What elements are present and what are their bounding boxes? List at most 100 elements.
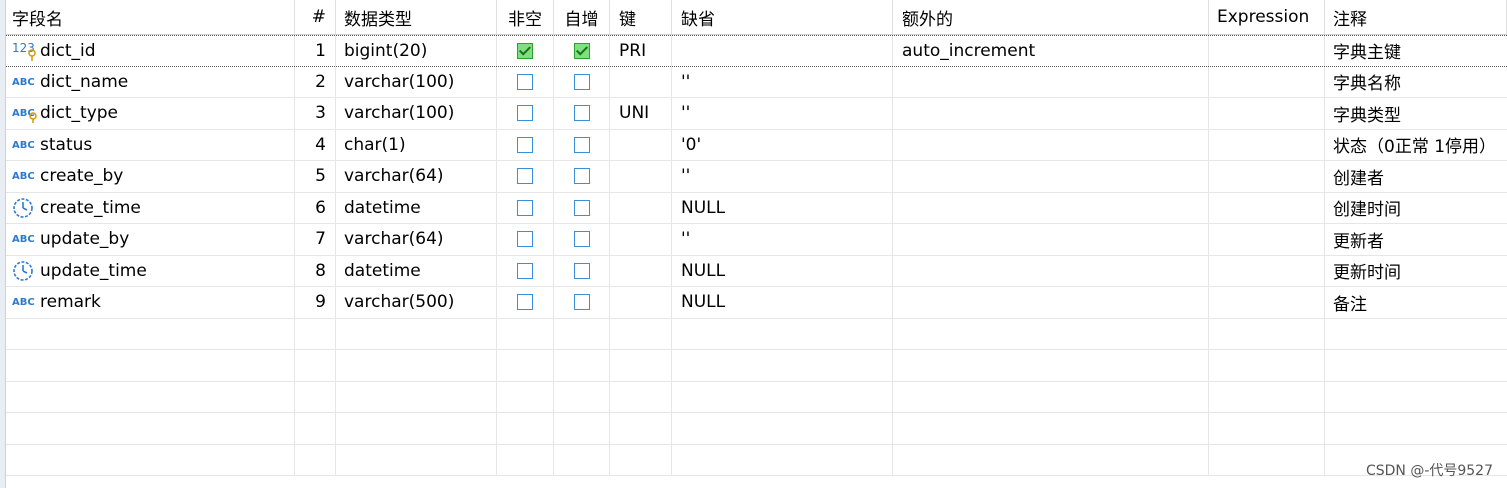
field-name-cell[interactable]: ABC create_by	[6, 161, 295, 192]
field-name-cell[interactable]: ABC dict_type	[6, 98, 295, 129]
notnull-checkbox[interactable]	[517, 136, 533, 153]
header-autoinc[interactable]: 自增	[554, 0, 610, 34]
header-default[interactable]: 缺省	[672, 0, 893, 34]
extra-cell[interactable]	[893, 255, 1209, 286]
field-type-cell[interactable]: bigint(20)	[336, 36, 497, 66]
field-name-cell[interactable]: ABC remark	[6, 287, 295, 318]
header-expression[interactable]: Expression	[1209, 0, 1325, 34]
autoinc-checkbox[interactable]	[573, 136, 590, 153]
comment-cell[interactable]: 字典类型	[1325, 98, 1507, 129]
notnull-checkbox[interactable]	[517, 168, 533, 185]
table-row[interactable]: 123 dict_id 1 bigint(20) PRI auto_increment 字典…	[6, 35, 1507, 67]
field-type-cell[interactable]: varchar(100)	[336, 66, 497, 97]
comment-cell[interactable]: 状态（0正常 1停用）	[1325, 130, 1507, 161]
extra-cell[interactable]	[893, 66, 1209, 97]
header-name[interactable]: 字段名	[6, 0, 295, 34]
notnull-checkbox[interactable]	[517, 231, 533, 248]
key-cell[interactable]: PRI	[610, 36, 672, 66]
autoinc-checkbox[interactable]	[573, 73, 590, 90]
default-cell[interactable]: ''	[672, 224, 893, 255]
field-type-cell[interactable]: varchar(500)	[336, 287, 497, 318]
field-name-cell[interactable]: create_time	[6, 192, 295, 223]
field-type-cell[interactable]: varchar(64)	[336, 224, 497, 255]
field-type-cell[interactable]: varchar(64)	[336, 161, 497, 192]
autoinc-checkbox[interactable]	[573, 199, 590, 216]
field-type-cell[interactable]: char(1)	[336, 129, 497, 160]
header-num[interactable]: #	[295, 0, 336, 34]
default-cell[interactable]: '0'	[672, 129, 893, 160]
extra-cell[interactable]	[893, 98, 1209, 129]
table-row[interactable]: create_time 6 datetime NULL 创建时间	[6, 192, 1507, 224]
header-type[interactable]: 数据类型	[336, 0, 497, 34]
key-cell[interactable]	[610, 66, 672, 97]
table-row[interactable]: ABC update_by 7 varchar(64) '' 更新者	[6, 224, 1507, 256]
extra-cell[interactable]	[893, 192, 1209, 223]
table-row[interactable]: ABC status 4 char(1) '0' 状态（0正常 1停用）	[6, 129, 1507, 161]
field-type-cell[interactable]: datetime	[336, 192, 497, 223]
expression-cell[interactable]	[1209, 287, 1325, 318]
default-cell[interactable]: ''	[672, 98, 893, 129]
key-cell[interactable]	[610, 161, 672, 192]
autoinc-checkbox[interactable]	[573, 42, 590, 59]
notnull-checkbox[interactable]	[517, 262, 533, 279]
header-extra[interactable]: 额外的	[893, 0, 1209, 34]
header-notnull[interactable]: 非空	[497, 0, 554, 34]
expression-cell[interactable]	[1209, 161, 1325, 192]
default-cell[interactable]: NULL	[672, 255, 893, 286]
expression-cell[interactable]	[1209, 255, 1325, 286]
autoinc-checkbox[interactable]	[573, 105, 590, 122]
autoinc-checkbox[interactable]	[573, 262, 590, 279]
table-row[interactable]: ABC dict_name 2 varchar(100) '' 字典名称	[6, 66, 1507, 98]
autoinc-checkbox[interactable]	[573, 294, 590, 311]
comment-cell[interactable]: 创建者	[1325, 161, 1507, 192]
field-name-cell[interactable]: ABC update_by	[6, 224, 295, 255]
field-name-cell[interactable]: update_time	[6, 255, 295, 286]
extra-cell[interactable]	[893, 161, 1209, 192]
autoinc-checkbox[interactable]	[573, 168, 590, 185]
expression-cell[interactable]	[1209, 36, 1325, 66]
comment-cell[interactable]: 备注	[1325, 287, 1507, 318]
field-type-cell[interactable]: datetime	[336, 255, 497, 286]
key-cell[interactable]	[610, 255, 672, 286]
key-cell[interactable]	[610, 192, 672, 223]
key-cell[interactable]: UNI	[610, 98, 672, 129]
key-cell[interactable]	[610, 287, 672, 318]
field-name-cell[interactable]: ABC status	[6, 129, 295, 160]
comment-cell[interactable]: 创建时间	[1325, 193, 1507, 224]
field-name-cell[interactable]: 123 dict_id	[6, 36, 295, 66]
table-row[interactable]: ABC create_by 5 varchar(64) '' 创建者	[6, 161, 1507, 193]
expression-cell[interactable]	[1209, 98, 1325, 129]
notnull-checkbox[interactable]	[517, 294, 533, 311]
field-type-cell[interactable]: varchar(100)	[336, 98, 497, 129]
notnull-checkbox[interactable]	[517, 73, 533, 90]
expression-cell[interactable]	[1209, 66, 1325, 97]
extra-cell[interactable]	[893, 224, 1209, 255]
notnull-checkbox[interactable]	[517, 105, 533, 122]
header-comment[interactable]: 注释	[1325, 0, 1507, 34]
notnull-checkbox[interactable]	[517, 42, 533, 59]
header-key[interactable]: 键	[610, 0, 672, 34]
table-row[interactable]: ABC remark 9 varchar(500) NULL 备注	[6, 287, 1507, 319]
expression-cell[interactable]	[1209, 129, 1325, 160]
comment-cell[interactable]: 字典主键	[1325, 36, 1507, 66]
comment-cell[interactable]: 更新者	[1325, 224, 1507, 255]
extra-cell[interactable]	[893, 287, 1209, 318]
default-cell[interactable]: NULL	[672, 192, 893, 223]
expression-cell[interactable]	[1209, 224, 1325, 255]
field-name-cell[interactable]: ABC dict_name	[6, 66, 295, 97]
comment-cell[interactable]: 更新时间	[1325, 256, 1507, 287]
autoinc-checkbox[interactable]	[573, 231, 590, 248]
table-row[interactable]: update_time 8 datetime NULL 更新时间	[6, 255, 1507, 287]
notnull-checkbox[interactable]	[517, 199, 533, 216]
comment-cell[interactable]: 字典名称	[1325, 67, 1507, 98]
default-cell[interactable]: NULL	[672, 287, 893, 318]
default-cell[interactable]: ''	[672, 161, 893, 192]
key-cell[interactable]	[610, 129, 672, 160]
expression-cell[interactable]	[1209, 192, 1325, 223]
extra-cell[interactable]	[893, 129, 1209, 160]
table-row[interactable]: ABC dict_type 3 varchar(100) UNI '' 字典类型	[6, 98, 1507, 130]
default-cell[interactable]: ''	[672, 66, 893, 97]
default-cell[interactable]	[672, 36, 893, 66]
key-cell[interactable]	[610, 224, 672, 255]
extra-cell[interactable]: auto_increment	[893, 36, 1209, 66]
